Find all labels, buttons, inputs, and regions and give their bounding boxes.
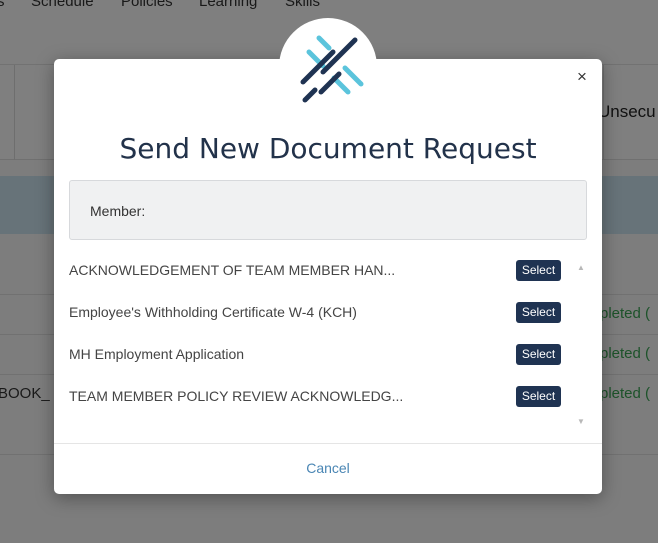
document-item: Employee's Withholding Certificate W-4 (… xyxy=(69,292,589,334)
select-button[interactable]: Select xyxy=(516,260,561,281)
cancel-button[interactable]: Cancel xyxy=(54,460,602,476)
document-item: ACKNOWLEDGEMENT OF TEAM MEMBER HAN... Se… xyxy=(69,250,589,292)
triangle-down-icon[interactable]: ▼ xyxy=(577,417,585,426)
modal-title: Send New Document Request xyxy=(119,132,537,165)
triangle-up-icon[interactable]: ▲ xyxy=(577,263,585,272)
stripes-logo-icon xyxy=(300,35,364,103)
document-list[interactable]: ACKNOWLEDGEMENT OF TEAM MEMBER HAN... Se… xyxy=(69,250,589,435)
document-name: MH Employment Application xyxy=(69,346,245,362)
document-name: Employee's Withholding Certificate W-4 (… xyxy=(69,304,357,320)
modal-footer-divider xyxy=(54,443,602,444)
document-name: ACKNOWLEDGEMENT OF TEAM MEMBER HAN... xyxy=(69,262,396,278)
member-label: Member: xyxy=(90,203,146,219)
document-name: TEAM MEMBER POLICY REVIEW ACKNOWLEDG... xyxy=(69,388,404,404)
document-item: MH Employment Application Select xyxy=(69,334,589,376)
select-button[interactable]: Select xyxy=(516,302,561,323)
close-button[interactable]: × xyxy=(575,68,589,86)
logo-badge xyxy=(279,18,377,116)
document-item: TEAM MEMBER POLICY REVIEW ACKNOWLEDG... … xyxy=(69,376,589,418)
select-button[interactable]: Select xyxy=(516,386,561,407)
select-button[interactable]: Select xyxy=(516,344,561,365)
member-field[interactable]: Member: xyxy=(69,180,587,240)
